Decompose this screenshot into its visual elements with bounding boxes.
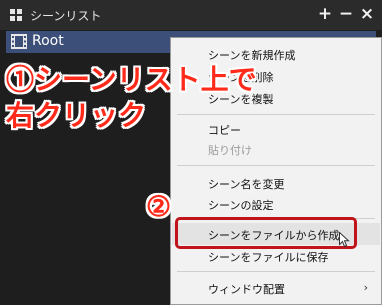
menu-item-paste[interactable]: 貼り付け xyxy=(172,138,380,160)
menu-item-scene-settings[interactable]: シーンの設定 xyxy=(172,193,380,215)
close-button[interactable]: × xyxy=(358,4,376,24)
annotation-step1-line1: ①シーンリスト上で xyxy=(6,64,257,95)
menu-item-label: シーンの設定 xyxy=(208,199,274,212)
menu-item-rename-scene[interactable]: シーン名を変更 xyxy=(172,172,380,194)
add-scene-button[interactable]: + xyxy=(316,4,334,24)
menu-item-label: シーンをファイルに保存 xyxy=(208,251,329,264)
panel-title: シーンリスト xyxy=(30,9,102,23)
annotation-step2: ② xyxy=(146,191,172,222)
grid-icon xyxy=(10,9,23,22)
menu-separator xyxy=(177,114,375,115)
chevron-right-icon: › xyxy=(363,281,368,294)
minimize-button[interactable]: − xyxy=(337,4,355,24)
menu-separator xyxy=(177,165,375,166)
menu-separator xyxy=(177,271,375,272)
mouse-cursor-icon xyxy=(339,232,350,248)
tree-item-label: Root xyxy=(32,33,64,49)
menu-item-label: ウィンドウ配置 xyxy=(208,283,285,296)
highlight-box xyxy=(175,217,357,249)
annotation-step1-line2: 右クリック xyxy=(6,100,147,131)
panel-titlebar: シーンリスト + − × xyxy=(0,0,382,30)
menu-item-label: シーン名を変更 xyxy=(208,178,285,191)
menu-item-window-layout[interactable]: ウィンドウ配置 › xyxy=(172,277,380,299)
film-icon xyxy=(11,34,27,49)
menu-item-label: コピー xyxy=(208,124,241,137)
menu-item-label: 貼り付け xyxy=(208,144,252,157)
menu-item-copy[interactable]: コピー xyxy=(172,118,380,140)
